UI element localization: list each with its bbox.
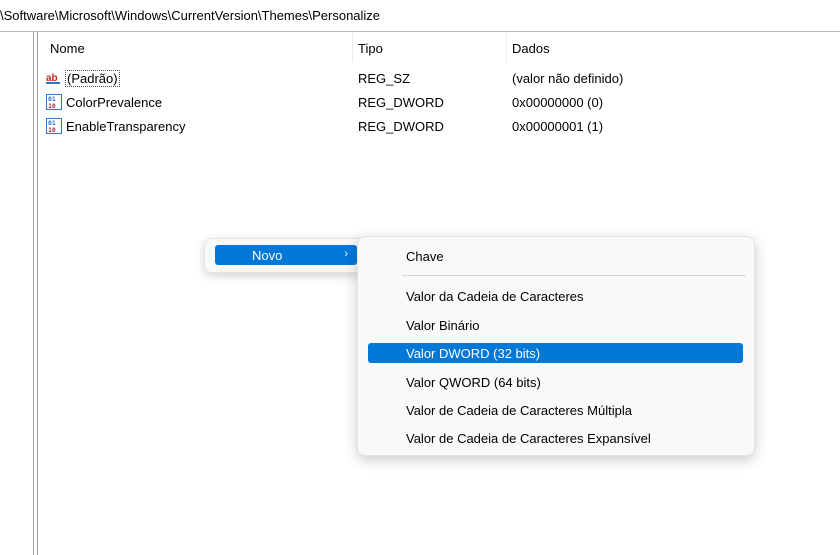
binary-value-icon: 01 10 <box>46 118 62 134</box>
submenu-item-label: Valor de Cadeia de Caracteres Múltipla <box>406 403 632 418</box>
submenu-separator <box>402 275 746 276</box>
submenu-item-dword-value[interactable]: Valor DWORD (32 bits) <box>368 343 743 363</box>
submenu-item-chave[interactable]: Chave <box>368 246 743 266</box>
column-header-type[interactable]: Tipo <box>358 41 383 56</box>
column-divider[interactable] <box>506 32 507 62</box>
submenu-item-label: Valor Binário <box>406 318 480 333</box>
row-data: 0x00000001 (1) <box>512 119 604 134</box>
row-type: REG_DWORD <box>358 95 444 110</box>
submenu-item-label: Chave <box>406 249 444 264</box>
binary-value-icon: 01 10 <box>46 94 62 110</box>
submenu-item-string-value[interactable]: Valor da Cadeia de Caracteres <box>368 286 743 306</box>
submenu-item-label: Valor DWORD (32 bits) <box>406 346 541 361</box>
submenu-item-label: Valor da Cadeia de Caracteres <box>406 289 584 304</box>
string-value-icon: ab <box>46 73 60 84</box>
row-type: REG_SZ <box>358 71 411 86</box>
context-menu: Novo › <box>204 238 366 273</box>
table-row[interactable]: ab (Padrão) REG_SZ (valor não definido) <box>38 67 840 90</box>
menu-item-novo[interactable]: Novo › <box>215 245 357 265</box>
submenu-item-label: Valor QWORD (64 bits) <box>406 375 541 390</box>
chevron-right-icon: › <box>344 248 348 260</box>
pane-splitter[interactable] <box>33 32 34 555</box>
svg-text:10: 10 <box>48 102 56 110</box>
row-data: (valor não definido) <box>512 71 624 86</box>
address-bar[interactable]: \Software\Microsoft\Windows\CurrentVersi… <box>0 0 840 32</box>
key-tree-pane[interactable] <box>0 32 34 555</box>
column-divider[interactable] <box>352 32 353 62</box>
row-name: ColorPrevalence <box>66 95 163 110</box>
submenu-novo: Chave Valor da Cadeia de Caracteres Valo… <box>357 236 755 456</box>
row-name: EnableTransparency <box>66 119 186 134</box>
row-name: (Padrão) <box>65 70 120 87</box>
submenu-item-qword-value[interactable]: Valor QWORD (64 bits) <box>368 372 743 392</box>
table-row[interactable]: 01 10 ColorPrevalence REG_DWORD 0x000000… <box>38 91 840 114</box>
address-path: \Software\Microsoft\Windows\CurrentVersi… <box>0 8 381 23</box>
svg-text:10: 10 <box>48 126 56 134</box>
menu-item-label: Novo <box>252 248 283 263</box>
submenu-item-expandable-string-value[interactable]: Valor de Cadeia de Caracteres Expansível <box>368 428 743 448</box>
row-type: REG_DWORD <box>358 119 444 134</box>
submenu-item-multi-string-value[interactable]: Valor de Cadeia de Caracteres Múltipla <box>368 400 743 420</box>
row-data: 0x00000000 (0) <box>512 95 604 110</box>
submenu-item-label: Valor de Cadeia de Caracteres Expansível <box>406 431 651 446</box>
table-row[interactable]: 01 10 EnableTransparency REG_DWORD 0x000… <box>38 115 840 138</box>
column-header-name[interactable]: Nome <box>50 41 85 56</box>
list-header: Nome Tipo Dados <box>38 32 840 62</box>
column-header-data[interactable]: Dados <box>512 41 550 56</box>
submenu-item-binary-value[interactable]: Valor Binário <box>368 315 743 335</box>
